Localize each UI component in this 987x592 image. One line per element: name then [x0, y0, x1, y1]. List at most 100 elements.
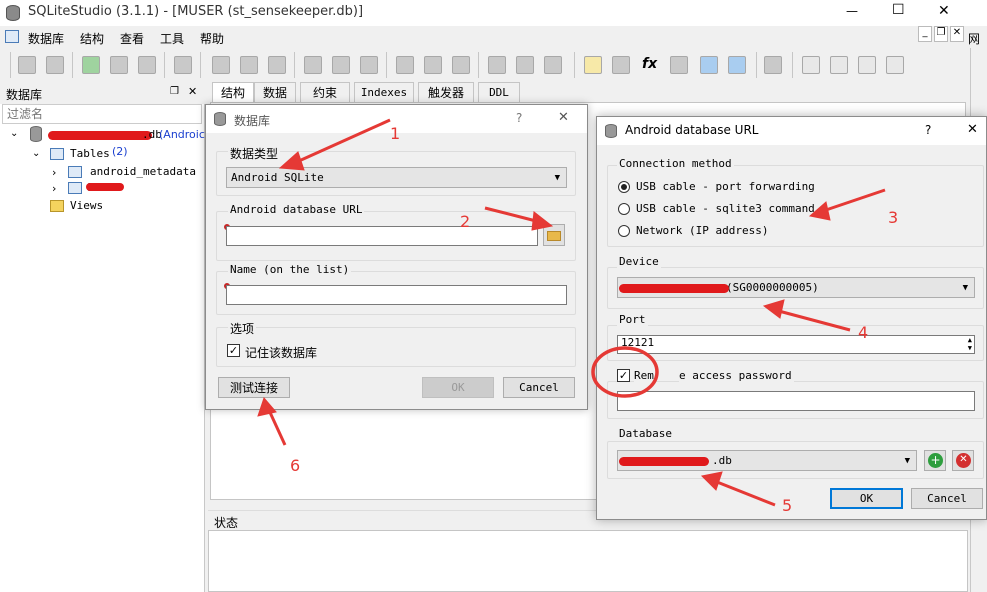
- tab-triggers[interactable]: 触发器: [418, 82, 474, 102]
- cascade-windows-icon[interactable]: [886, 56, 904, 74]
- settings-wrench-icon[interactable]: [764, 56, 782, 74]
- tab-data[interactable]: 数据: [254, 82, 296, 102]
- url-dialog-icon: [605, 124, 617, 138]
- menu-item-database[interactable]: 数据库: [28, 30, 64, 47]
- tab-indexes[interactable]: Indexes: [354, 82, 414, 102]
- url-dialog-close-button[interactable]: ✕: [967, 122, 978, 137]
- tab-ddl[interactable]: DDL: [478, 82, 520, 102]
- tab-constraints[interactable]: 约束: [300, 82, 350, 102]
- menu-bar: 数据库 结构 查看 工具 帮助 _ ❐ ✕ 网: [0, 26, 987, 48]
- chevron-down-icon: ▼: [554, 172, 560, 183]
- add-database-button[interactable]: +: [924, 450, 946, 471]
- database-panel-header: 数据库 ❐ ✕: [0, 82, 205, 104]
- filter-input[interactable]: [2, 104, 202, 124]
- database-dialog-close-button[interactable]: ✕: [558, 110, 569, 125]
- spin-arrows-icon[interactable]: ▲ ▼: [968, 336, 972, 352]
- database-dialog: 数据库 ? ✕ 数据类型 Android SQLite ▼ Android da…: [205, 104, 588, 410]
- remote-password-checkbox[interactable]: ✓: [617, 369, 630, 382]
- url-ok-button[interactable]: OK: [830, 488, 903, 509]
- toolbar-separator: [574, 52, 575, 78]
- radio-network[interactable]: [618, 225, 630, 237]
- disconnect-icon[interactable]: [46, 56, 64, 74]
- browse-folder-button[interactable]: [543, 224, 565, 246]
- url-dialog-help-button[interactable]: ?: [925, 123, 931, 137]
- table-icon: [68, 182, 82, 194]
- remove-database-icon[interactable]: [138, 56, 156, 74]
- tables-folder-icon: [50, 148, 64, 160]
- name-label: Name (on the list): [228, 263, 352, 276]
- android-url-dialog: Android database URL ? ✕ Connection meth…: [596, 116, 987, 520]
- add-database-icon[interactable]: [82, 56, 100, 74]
- menu-item-help[interactable]: 帮助: [200, 30, 224, 47]
- table-node-android-metadata[interactable]: android_metadata: [90, 165, 196, 178]
- cancel-button[interactable]: Cancel: [503, 377, 575, 398]
- drop-table-icon[interactable]: [268, 56, 286, 74]
- sql-editor-icon[interactable]: [584, 56, 602, 74]
- ddl-history-icon[interactable]: [612, 56, 630, 74]
- tile-horizontal-icon[interactable]: [858, 56, 876, 74]
- tile-windows-icon[interactable]: [802, 56, 820, 74]
- extensions-icon[interactable]: [700, 56, 718, 74]
- title-bar: SQLiteStudio (3.1.1) - [MUSER (st_sensek…: [0, 0, 987, 26]
- edit-database-icon[interactable]: [110, 56, 128, 74]
- expand-icon[interactable]: [728, 56, 746, 74]
- edit-trigger-icon[interactable]: [424, 56, 442, 74]
- tree-expander[interactable]: ⌄: [32, 148, 40, 159]
- edit-view-icon[interactable]: [516, 56, 534, 74]
- tables-node-label[interactable]: Tables: [70, 147, 110, 160]
- panel-float-icon[interactable]: ❐: [170, 86, 179, 97]
- database-value: .db: [712, 454, 732, 467]
- delete-database-button[interactable]: ✕: [952, 450, 974, 471]
- collations-icon[interactable]: [670, 56, 688, 74]
- name-input[interactable]: [226, 285, 567, 305]
- mdi-minimize-button[interactable]: _: [918, 26, 932, 42]
- mdi-close-button[interactable]: ✕: [950, 26, 964, 42]
- tile-vertical-icon[interactable]: [830, 56, 848, 74]
- new-table-icon[interactable]: [212, 56, 230, 74]
- radio-usb-sqlite3[interactable]: [618, 203, 630, 215]
- menu-item-structure[interactable]: 结构: [80, 30, 104, 47]
- test-connection-button[interactable]: 测试连接: [218, 377, 290, 398]
- connect-icon[interactable]: [18, 56, 36, 74]
- function-editor-icon[interactable]: fx: [642, 56, 657, 72]
- window-title: SQLiteStudio (3.1.1) - [MUSER (st_sensek…: [28, 4, 364, 19]
- port-spinbox[interactable]: 12121 ▲ ▼: [617, 335, 975, 354]
- drop-view-icon[interactable]: [544, 56, 562, 74]
- right-panel-label: 网: [968, 32, 981, 46]
- annotation-label-3: 3: [888, 208, 899, 227]
- menu-item-view[interactable]: 查看: [120, 30, 144, 47]
- close-button[interactable]: ✕: [938, 3, 950, 19]
- views-node-label[interactable]: Views: [70, 199, 103, 212]
- radio-usb-port-forwarding[interactable]: [618, 181, 630, 193]
- new-trigger-icon[interactable]: [396, 56, 414, 74]
- url-cancel-button[interactable]: Cancel: [911, 488, 983, 509]
- menu-item-tools[interactable]: 工具: [160, 30, 184, 47]
- device-value: (SG0000000005): [726, 281, 819, 294]
- panel-close-icon[interactable]: ✕: [188, 85, 197, 98]
- db-type-select[interactable]: Android SQLite ▼: [226, 167, 567, 188]
- mdi-restore-button[interactable]: ❐: [934, 26, 948, 42]
- refresh-icon[interactable]: [174, 56, 192, 74]
- tree-expander[interactable]: ⌄: [10, 128, 18, 139]
- database-type-label: (Androic: [159, 128, 205, 141]
- edit-table-icon[interactable]: [240, 56, 258, 74]
- remember-checkbox[interactable]: ✓: [227, 344, 240, 357]
- minimize-button[interactable]: —: [846, 4, 858, 18]
- tree-expander[interactable]: ›: [52, 166, 56, 179]
- radio-label-network: Network (IP address): [636, 224, 769, 237]
- edit-index-icon[interactable]: [332, 56, 350, 74]
- redaction-mark: [48, 131, 152, 140]
- new-view-icon[interactable]: [488, 56, 506, 74]
- remote-password-input[interactable]: [617, 391, 975, 411]
- ok-button[interactable]: OK: [422, 377, 494, 398]
- toolbar-separator: [200, 52, 201, 78]
- views-icon: [50, 200, 64, 212]
- tree-expander[interactable]: ›: [52, 182, 56, 195]
- tab-structure[interactable]: 结构: [212, 82, 254, 102]
- maximize-button[interactable]: ☐: [892, 2, 905, 18]
- url-input[interactable]: [226, 226, 538, 246]
- new-index-icon[interactable]: [304, 56, 322, 74]
- help-button[interactable]: ?: [516, 111, 522, 125]
- drop-trigger-icon[interactable]: [452, 56, 470, 74]
- drop-index-icon[interactable]: [360, 56, 378, 74]
